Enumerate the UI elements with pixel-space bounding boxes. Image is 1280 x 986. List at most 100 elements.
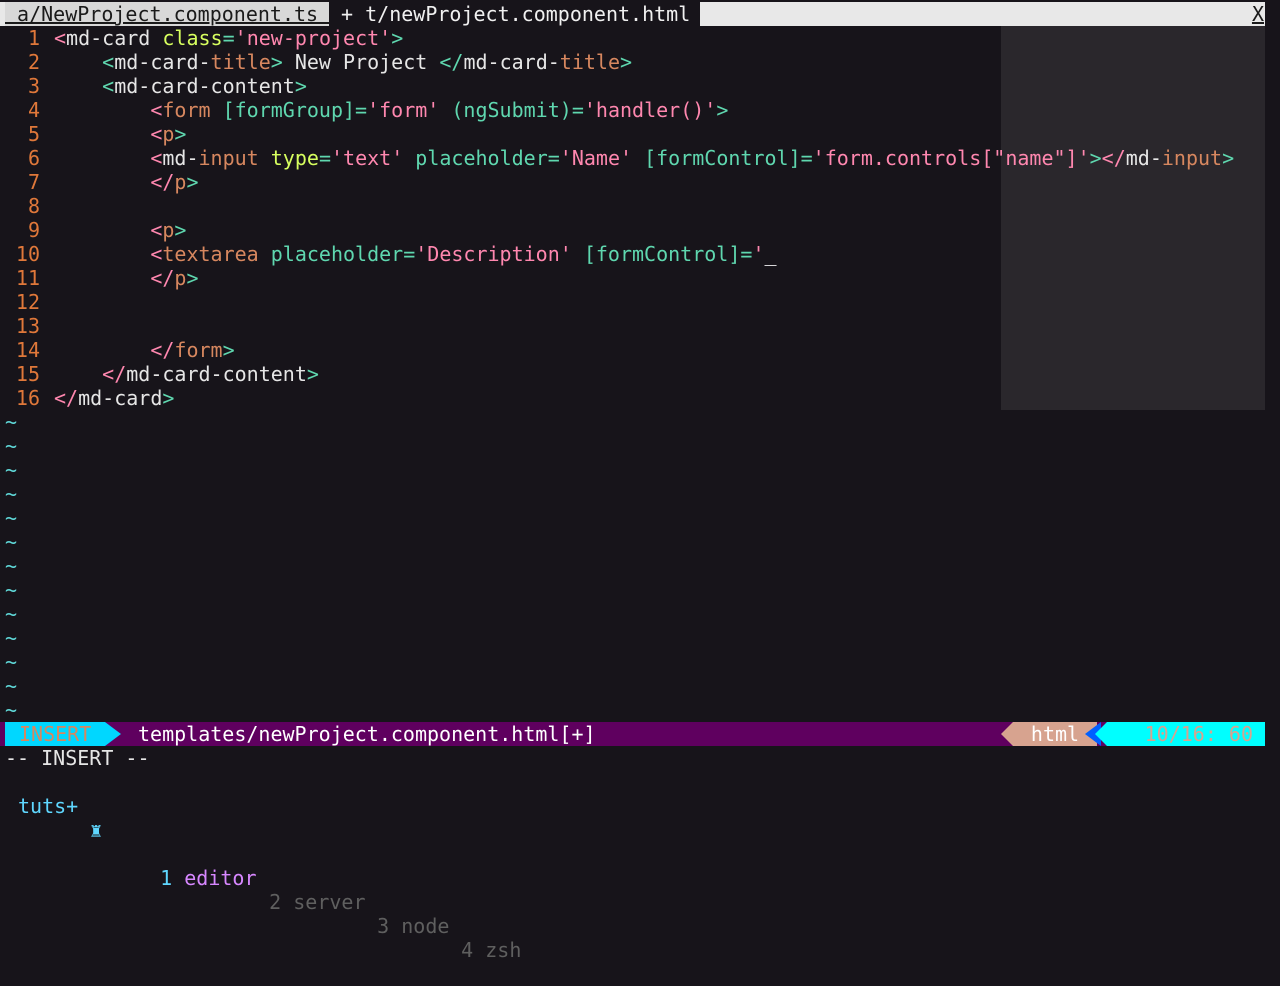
code-token: <	[150, 218, 163, 242]
line-number: 11	[15, 266, 40, 290]
line-code: <form [formGroup]='form' (ngSubmit)='han…	[54, 98, 728, 122]
tmux-window-number: 3	[377, 914, 390, 938]
code-line[interactable]: 12	[0, 290, 1265, 314]
line-code: </form>	[54, 338, 234, 362]
file-path: templates/newProject.component.html[+]	[138, 722, 596, 746]
code-line[interactable]: 14 </form>	[0, 338, 1265, 362]
line-code: <p>	[54, 122, 186, 146]
code-token: [formControl]	[583, 242, 741, 266]
code-token: 'form.controls["name"]'	[812, 146, 1090, 170]
code-line[interactable]: 3 <md-card-content>	[0, 74, 1265, 98]
code-line[interactable]: 13	[0, 314, 1265, 338]
code-token: <	[150, 98, 163, 122]
code-token: p	[174, 170, 187, 194]
code-token: md-card	[78, 386, 163, 410]
code-token: >	[716, 98, 729, 122]
line-code: </md-card>	[54, 386, 174, 410]
code-token: >	[186, 266, 199, 290]
code-token: placeholder	[270, 242, 404, 266]
code-line[interactable]: 10 <textarea placeholder='Description' […	[0, 242, 1265, 266]
line-number: 16	[15, 386, 40, 410]
code-token: title	[210, 50, 271, 74]
line-code: <md-card-content>	[54, 74, 307, 98]
line-number: 4	[27, 98, 40, 122]
code-token: [formControl]	[644, 146, 801, 170]
code-line[interactable]: 7 </p>	[0, 170, 1265, 194]
code-token: '	[752, 242, 765, 266]
tab-newproject-ts[interactable]: a/NewProject.component.ts	[5, 2, 329, 26]
code-line[interactable]: 15 </md-card-content>	[0, 362, 1265, 386]
code-token: input	[1161, 146, 1223, 170]
code-line[interactable]: 5 <p>	[0, 122, 1265, 146]
code-token: >	[391, 26, 404, 50]
line-number: 7	[27, 170, 40, 194]
line-number: 10	[15, 242, 40, 266]
empty-line-marker: ~	[5, 626, 18, 650]
text-cursor: _	[764, 242, 777, 266]
code-token: =	[547, 146, 560, 170]
code-token: md-card-	[463, 50, 560, 74]
code-token: textarea	[162, 242, 259, 266]
code-token: >	[174, 122, 187, 146]
line-code: </p>	[54, 170, 198, 194]
code-token: form	[162, 98, 211, 122]
code-token: type	[270, 146, 319, 170]
code-token: md-card	[66, 26, 151, 50]
code-line[interactable]: 8	[0, 194, 1265, 218]
code-token: p	[174, 266, 187, 290]
line-number: 9	[27, 218, 40, 242]
tmux-window-number: 4	[461, 938, 474, 962]
line-number: 6	[27, 146, 40, 170]
code-token: title	[559, 50, 620, 74]
code-line[interactable]: 1 <md-card class='new-project'>	[0, 26, 1265, 50]
code-token: (ngSubmit)	[451, 98, 572, 122]
code-token: </	[439, 50, 464, 74]
code-token: p	[162, 218, 175, 242]
code-token: placeholder	[415, 146, 548, 170]
code-token: >	[306, 362, 319, 386]
code-token: =	[740, 242, 753, 266]
code-token: </	[150, 338, 175, 362]
empty-line-marker: ~	[5, 578, 18, 602]
tmux-window-number: 2	[269, 890, 282, 914]
line-number: 15	[15, 362, 40, 386]
code-token: =	[403, 242, 416, 266]
code-line[interactable]: 11 </p>	[0, 266, 1265, 290]
code-token: md-card-content	[126, 362, 307, 386]
line-number: 12	[15, 290, 40, 314]
code-token: form	[174, 338, 223, 362]
tmux-window-name: zsh	[485, 938, 522, 962]
tmux-status-bar: tuts+ ♜ 1 editor 2 server 3 node 4 zsh	[0, 770, 1280, 962]
command-line[interactable]: -- INSERT --	[5, 746, 150, 770]
code-token: >	[620, 50, 633, 74]
empty-line-marker: ~	[5, 554, 18, 578]
code-token: =	[800, 146, 813, 170]
tab-newproject-html[interactable]: + t/newProject.component.html	[329, 2, 700, 26]
empty-line-marker: ~	[5, 506, 18, 530]
code-line[interactable]: 2 <md-card-title> New Project </md-card-…	[0, 50, 1265, 74]
line-code: <md-input type='text' placeholder='Name'…	[54, 146, 1234, 170]
close-tab-button[interactable]: X	[1252, 2, 1264, 26]
tmux-window-zsh[interactable]: 4 zsh	[413, 914, 521, 986]
code-line[interactable]: 4 <form [formGroup]='form' (ngSubmit)='h…	[0, 98, 1265, 122]
code-token: 'Name'	[559, 146, 633, 170]
empty-line-marker: ~	[5, 602, 18, 626]
code-token: [formGroup]	[222, 98, 356, 122]
code-line[interactable]: 6 <md-input type='text' placeholder='Nam…	[0, 146, 1265, 170]
code-token: <	[150, 242, 163, 266]
code-line[interactable]: 9 <p>	[0, 218, 1265, 242]
line-code: <md-card-title> New Project </md-card-ti…	[54, 50, 632, 74]
code-token: 'text'	[330, 146, 404, 170]
code-token: md-card-content	[114, 74, 295, 98]
code-line[interactable]: 16 </md-card>	[0, 386, 1265, 410]
empty-line-marker: ~	[5, 458, 18, 482]
code-token: 'handler()'	[583, 98, 717, 122]
